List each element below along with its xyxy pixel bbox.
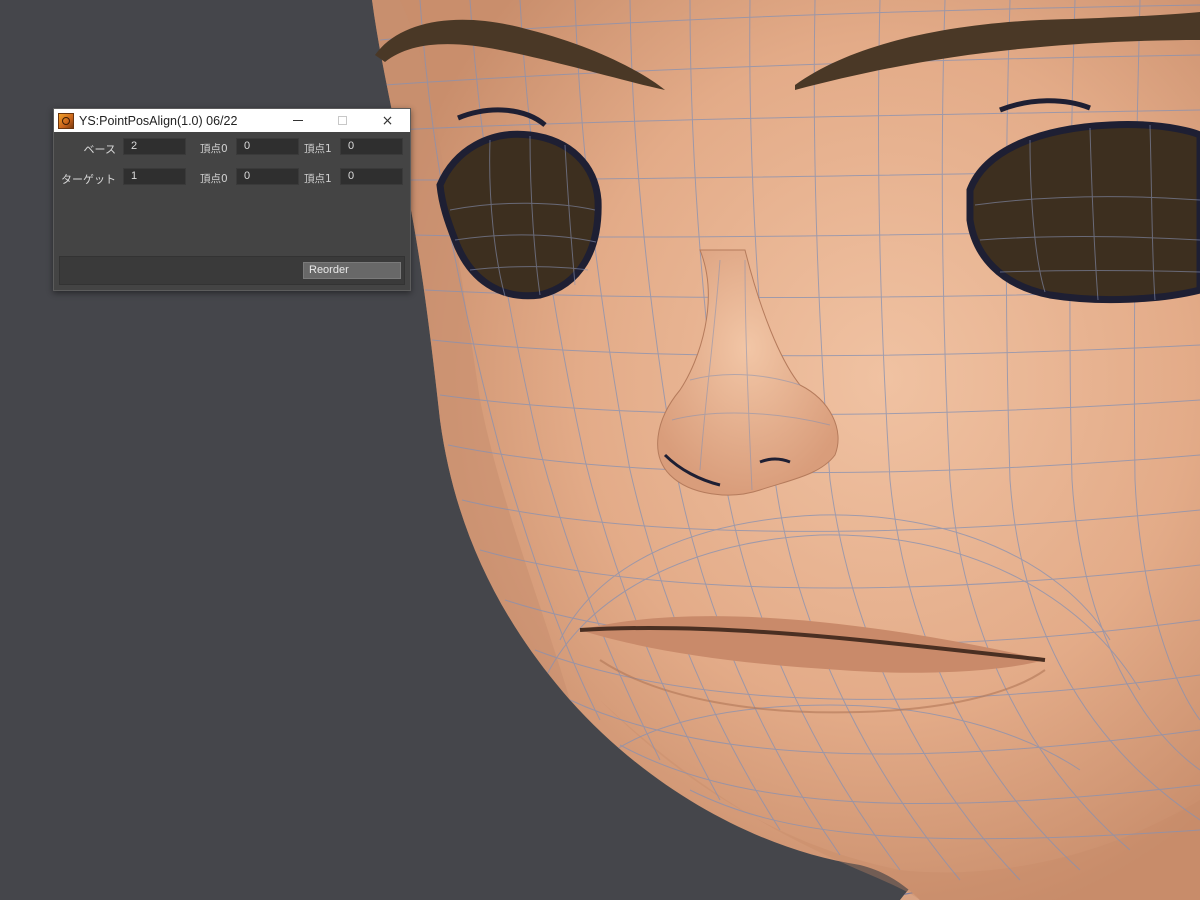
window-title: YS:PointPosAlign(1.0) 06/22: [79, 113, 238, 128]
maximize-icon: [338, 116, 347, 125]
plugin-app-icon: [58, 112, 74, 129]
base-vertex1-field[interactable]: 0: [340, 138, 403, 155]
target-vertex1-field[interactable]: 0: [340, 168, 403, 185]
base-row: ベース 2 頂点0 0 頂点1 0: [54, 138, 410, 158]
reorder-button[interactable]: Reorder: [303, 262, 401, 279]
panel-body: ベース 2 頂点0 0 頂点1 0 ターゲット 1 頂点0 0 頂点1 0 Re…: [54, 132, 410, 290]
target-value-field[interactable]: 1: [123, 168, 186, 185]
base-vertex0-field[interactable]: 0: [236, 138, 299, 155]
base-label: ベース: [83, 143, 116, 156]
close-icon: ×: [381, 112, 394, 129]
plugin-window[interactable]: YS:PointPosAlign(1.0) 06/22 × ベース 2 頂点0 …: [53, 108, 411, 291]
target-row: ターゲット 1 頂点0 0 頂点1 0: [54, 168, 410, 188]
target-vertex0-label: 頂点0: [200, 173, 228, 185]
window-titlebar[interactable]: YS:PointPosAlign(1.0) 06/22 ×: [54, 109, 410, 132]
minimize-button[interactable]: [275, 109, 320, 132]
target-vertex1-label: 頂点1: [304, 173, 332, 185]
target-label: ターゲット: [61, 173, 116, 186]
base-vertex1-label: 頂点1: [304, 143, 332, 155]
action-bar: Reorder: [59, 256, 405, 285]
face-mesh: [372, 0, 1200, 900]
target-vertex0-field[interactable]: 0: [236, 168, 299, 185]
maximize-button[interactable]: [320, 109, 365, 132]
base-vertex0-label: 頂点0: [200, 143, 228, 155]
close-button[interactable]: ×: [365, 109, 410, 132]
minimize-icon: [292, 120, 303, 121]
base-value-field[interactable]: 2: [123, 138, 186, 155]
